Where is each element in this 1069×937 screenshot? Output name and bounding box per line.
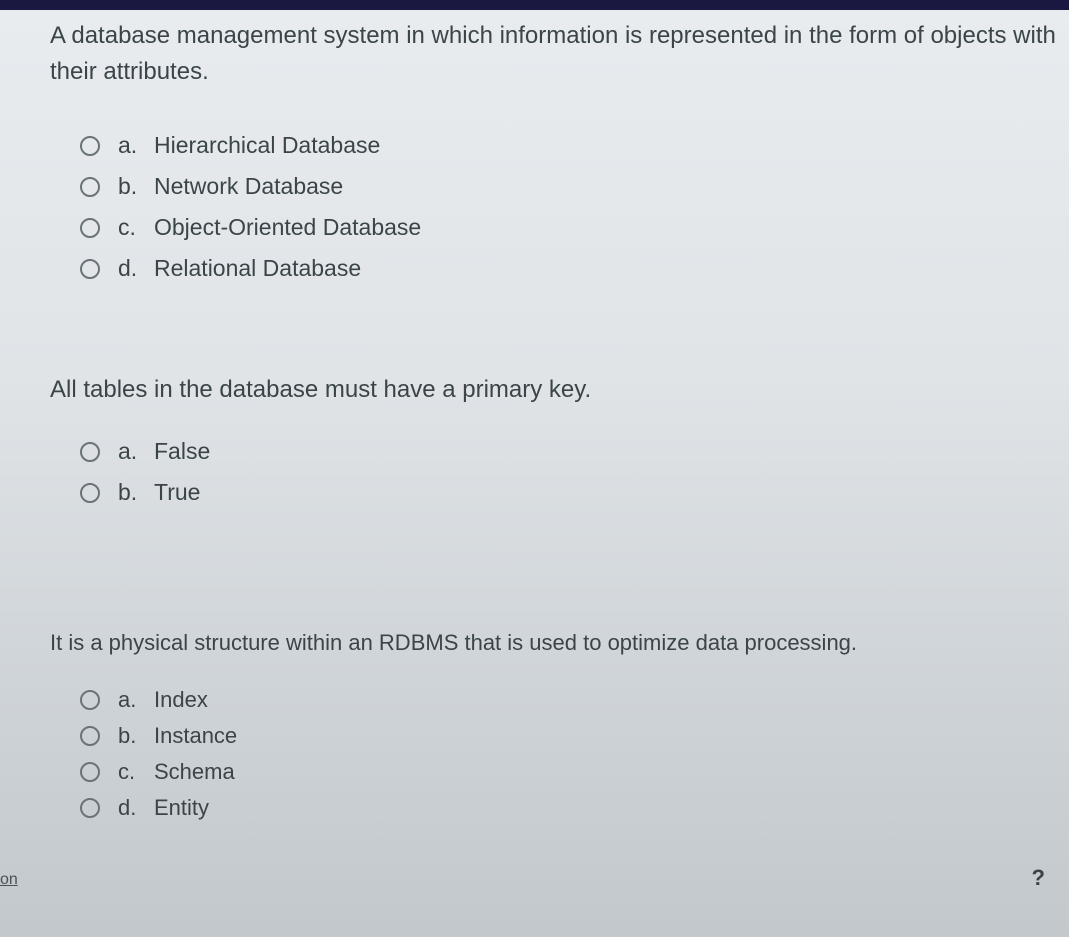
question-block-1: A database management system in which in…: [50, 18, 1069, 282]
option-text: Hierarchical Database: [154, 132, 1069, 159]
quiz-content: A database management system in which in…: [0, 10, 1069, 821]
option-row[interactable]: a. Hierarchical Database: [80, 132, 1069, 159]
radio-icon[interactable]: [80, 762, 100, 782]
option-letter: a.: [118, 132, 154, 159]
help-icon[interactable]: ?: [1032, 865, 1045, 891]
radio-icon[interactable]: [80, 136, 100, 156]
radio-icon[interactable]: [80, 690, 100, 710]
option-text: Instance: [154, 723, 1069, 749]
option-row[interactable]: b. Instance: [80, 723, 1069, 749]
option-text: Network Database: [154, 173, 1069, 200]
corner-text-bl: on: [0, 871, 18, 889]
question-prompt: It is a physical structure within an RDB…: [50, 626, 1069, 659]
option-letter: b.: [118, 173, 154, 200]
option-text: Entity: [154, 795, 1069, 821]
option-text: False: [154, 438, 1069, 465]
option-letter: d.: [118, 795, 154, 821]
option-letter: d.: [118, 255, 154, 282]
option-row[interactable]: c. Object-Oriented Database: [80, 214, 1069, 241]
window-topbar: [0, 0, 1069, 10]
radio-icon[interactable]: [80, 177, 100, 197]
question-block-3: It is a physical structure within an RDB…: [50, 626, 1069, 821]
question-prompt: All tables in the database must have a p…: [50, 372, 1069, 408]
option-letter: c.: [118, 214, 154, 241]
options-group: a. Hierarchical Database b. Network Data…: [50, 132, 1069, 282]
option-text: True: [154, 479, 1069, 506]
radio-icon[interactable]: [80, 798, 100, 818]
option-letter: c.: [118, 759, 154, 785]
option-row[interactable]: c. Schema: [80, 759, 1069, 785]
question-block-2: All tables in the database must have a p…: [50, 372, 1069, 506]
option-row[interactable]: b. True: [80, 479, 1069, 506]
options-group: a. Index b. Instance c. Schema d. Entity: [50, 687, 1069, 821]
option-text: Relational Database: [154, 255, 1069, 282]
option-row[interactable]: a. Index: [80, 687, 1069, 713]
option-letter: a.: [118, 687, 154, 713]
question-prompt: A database management system in which in…: [50, 18, 1069, 90]
options-group: a. False b. True: [50, 438, 1069, 506]
option-text: Schema: [154, 759, 1069, 785]
option-letter: b.: [118, 479, 154, 506]
option-text: Index: [154, 687, 1069, 713]
radio-icon[interactable]: [80, 483, 100, 503]
option-letter: b.: [118, 723, 154, 749]
option-letter: a.: [118, 438, 154, 465]
option-row[interactable]: a. False: [80, 438, 1069, 465]
radio-icon[interactable]: [80, 218, 100, 238]
radio-icon[interactable]: [80, 726, 100, 746]
radio-icon[interactable]: [80, 442, 100, 462]
option-row[interactable]: d. Entity: [80, 795, 1069, 821]
option-row[interactable]: b. Network Database: [80, 173, 1069, 200]
radio-icon[interactable]: [80, 259, 100, 279]
option-row[interactable]: d. Relational Database: [80, 255, 1069, 282]
option-text: Object-Oriented Database: [154, 214, 1069, 241]
